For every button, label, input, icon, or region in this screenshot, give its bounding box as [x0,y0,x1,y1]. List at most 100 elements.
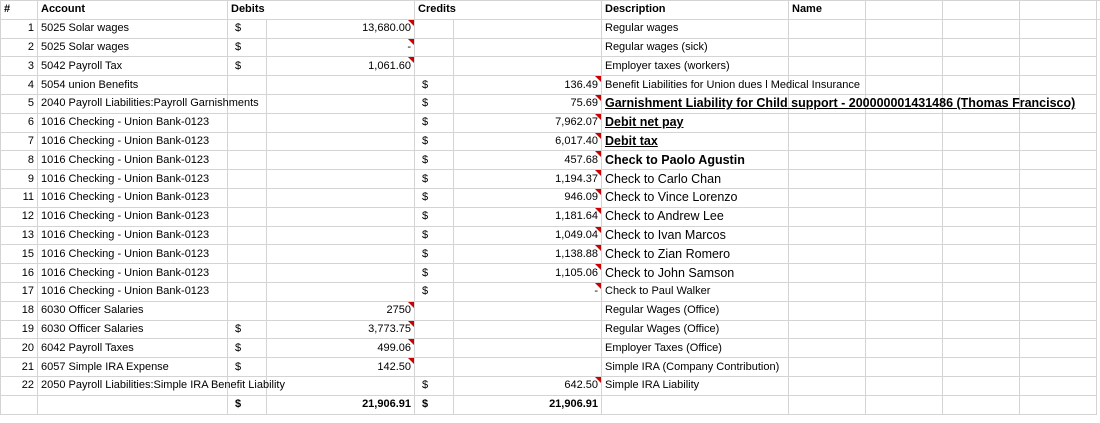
debit-currency-cell[interactable] [227,150,267,171]
account-cell[interactable]: 6057 Simple IRA Expense [37,357,228,377]
cell[interactable] [1019,56,1097,77]
debit-amount-cell[interactable] [266,244,415,265]
debit-currency-cell[interactable] [227,131,267,152]
cell[interactable] [942,150,1020,171]
description-cell[interactable]: Simple IRA Liability [601,375,789,396]
debit-amount-cell[interactable] [266,150,415,171]
account-cell[interactable]: 1016 Checking - Union Bank-0123 [37,169,228,189]
name-cell[interactable] [788,281,866,302]
cell[interactable] [942,281,1020,302]
cell[interactable] [1019,375,1097,396]
cell[interactable] [865,375,943,396]
description-cell[interactable]: Regular Wages (Office) [601,300,789,321]
cell[interactable] [942,375,1020,396]
row-index-cell[interactable]: 20 [0,338,38,359]
cell[interactable] [1019,75,1097,95]
cell[interactable] [942,187,1020,208]
cell[interactable] [1019,37,1097,58]
debit-currency-cell[interactable]: $ [227,37,267,58]
cell[interactable] [865,37,943,58]
row-index-cell[interactable]: 15 [0,244,38,265]
cell[interactable] [1019,394,1097,415]
total-credit-currency[interactable]: $ [414,394,454,415]
cell[interactable] [1019,169,1097,189]
cell[interactable] [865,263,943,283]
debit-currency-cell[interactable] [227,244,267,265]
debit-amount-cell[interactable]: 2750 [266,300,415,321]
cell[interactable] [942,225,1020,246]
credit-amount-cell[interactable]: - [453,281,602,302]
debit-amount-cell[interactable] [266,375,415,396]
cell[interactable] [1019,131,1097,152]
debit-amount-cell[interactable]: 499.06 [266,338,415,359]
credit-currency-cell[interactable]: $ [414,206,454,227]
debit-amount-cell[interactable] [266,169,415,189]
name-cell[interactable] [788,169,866,189]
row-index-cell[interactable] [0,394,38,415]
row-index-cell[interactable]: 3 [0,56,38,77]
debit-currency-cell[interactable] [227,75,267,95]
row-index-cell[interactable]: 13 [0,225,38,246]
credit-amount-cell[interactable] [453,300,602,321]
credit-amount-cell[interactable]: 6,017.40 [453,131,602,152]
cell[interactable] [1019,206,1097,227]
description-cell[interactable]: Check to Zian Romero [601,244,789,265]
credit-currency-cell[interactable] [414,37,454,58]
debit-amount-cell[interactable]: 3,773.75 [266,319,415,340]
debit-amount-cell[interactable] [266,131,415,152]
account-cell[interactable]: 1016 Checking - Union Bank-0123 [37,112,228,133]
cell[interactable] [1019,18,1097,39]
cell[interactable] [865,281,943,302]
cell[interactable] [1019,244,1097,265]
description-cell[interactable]: Regular Wages (Office) [601,319,789,340]
cell[interactable] [1019,319,1097,340]
cell[interactable] [942,357,1020,377]
header-debits[interactable]: Debits [227,0,415,20]
credit-currency-cell[interactable]: $ [414,150,454,171]
row-index-cell[interactable]: 2 [0,37,38,58]
account-cell[interactable]: 6042 Payroll Taxes [37,338,228,359]
row-index-cell[interactable]: 6 [0,112,38,133]
cell[interactable] [942,338,1020,359]
name-cell[interactable] [788,319,866,340]
description-cell[interactable]: Debit tax [601,131,789,152]
name-cell[interactable] [788,37,866,58]
cell[interactable] [1019,338,1097,359]
cell[interactable] [601,394,789,415]
row-index-cell[interactable]: 8 [0,150,38,171]
credit-amount-cell[interactable]: 136.49 [453,75,602,95]
account-cell[interactable]: 1016 Checking - Union Bank-0123 [37,187,228,208]
account-cell[interactable]: 1016 Checking - Union Bank-0123 [37,281,228,302]
cell[interactable] [865,206,943,227]
account-cell[interactable]: 1016 Checking - Union Bank-0123 [37,263,228,283]
cell[interactable] [865,150,943,171]
account-cell[interactable] [37,394,228,415]
row-index-cell[interactable]: 11 [0,187,38,208]
name-cell[interactable] [788,375,866,396]
cell[interactable] [865,187,943,208]
cell[interactable] [1019,357,1097,377]
header-name[interactable]: Name [788,0,866,20]
cell[interactable] [865,225,943,246]
name-cell[interactable] [788,300,866,321]
cell[interactable] [865,75,943,95]
cell[interactable] [1019,150,1097,171]
cell[interactable] [942,206,1020,227]
credit-currency-cell[interactable]: $ [414,225,454,246]
cell[interactable] [865,112,943,133]
name-cell[interactable] [788,338,866,359]
cell[interactable] [942,18,1020,39]
account-cell[interactable]: 1016 Checking - Union Bank-0123 [37,150,228,171]
cell[interactable] [942,169,1020,189]
cell[interactable] [942,319,1020,340]
account-cell[interactable]: 6030 Officer Salaries [37,300,228,321]
description-cell[interactable]: Check to John Samson [601,263,789,283]
cell[interactable] [942,37,1020,58]
cell[interactable] [942,112,1020,133]
cell[interactable] [865,56,943,77]
cell[interactable] [865,300,943,321]
credit-amount-cell[interactable]: 1,105.06 [453,263,602,283]
cell[interactable] [865,18,943,39]
cell[interactable] [942,0,1020,20]
name-cell[interactable] [788,131,866,152]
